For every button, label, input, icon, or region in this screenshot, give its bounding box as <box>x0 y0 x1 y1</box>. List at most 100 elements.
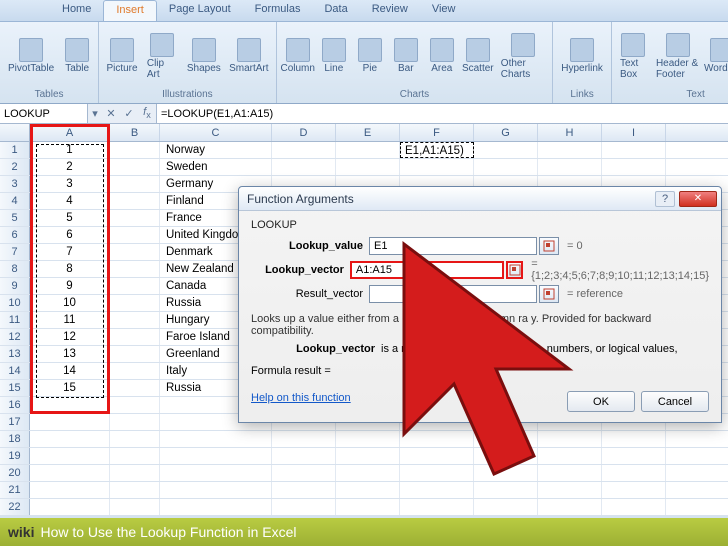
table-button[interactable]: Table <box>60 36 94 76</box>
cell-B5[interactable] <box>110 210 160 226</box>
cell-A7[interactable]: 7 <box>30 244 110 260</box>
col-header-c[interactable]: C <box>160 124 272 141</box>
cell-A3[interactable]: 3 <box>30 176 110 192</box>
select-all-corner[interactable] <box>0 124 30 141</box>
ribbon-tab-page-layout[interactable]: Page Layout <box>157 0 243 21</box>
arg-input-result-vector[interactable] <box>369 285 537 303</box>
cancel-button[interactable]: Cancel <box>641 391 709 412</box>
cell-B14[interactable] <box>110 363 160 379</box>
row-header[interactable]: 20 <box>0 465 30 481</box>
cell-C20[interactable] <box>160 465 272 481</box>
dialog-close-button[interactable]: ✕ <box>679 191 717 207</box>
cell-H20[interactable] <box>538 465 602 481</box>
cell-E2[interactable] <box>336 159 400 175</box>
cell-D20[interactable] <box>272 465 336 481</box>
cell-C1[interactable]: Norway <box>160 142 272 158</box>
cell-C21[interactable] <box>160 482 272 498</box>
text-box-button[interactable]: Text Box <box>616 31 650 82</box>
cell-B3[interactable] <box>110 176 160 192</box>
cell-H18[interactable] <box>538 431 602 447</box>
row-header[interactable]: 8 <box>0 261 30 277</box>
formula-input[interactable]: =LOOKUP(E1,A1:A15) <box>156 104 728 123</box>
cell-A19[interactable] <box>30 448 110 464</box>
row-header[interactable]: 6 <box>0 227 30 243</box>
dialog-help-icon[interactable]: ? <box>655 191 675 207</box>
ribbon-tab-formulas[interactable]: Formulas <box>243 0 313 21</box>
cell-G2[interactable] <box>474 159 538 175</box>
cell-D2[interactable] <box>272 159 336 175</box>
cell-H22[interactable] <box>538 499 602 515</box>
cell-B20[interactable] <box>110 465 160 481</box>
cell-C19[interactable] <box>160 448 272 464</box>
cell-A14[interactable]: 14 <box>30 363 110 379</box>
bar-button[interactable]: Bar <box>389 36 423 76</box>
cell-A2[interactable]: 2 <box>30 159 110 175</box>
range-selector-icon[interactable] <box>539 237 559 255</box>
row-header[interactable]: 12 <box>0 329 30 345</box>
col-header-b[interactable]: B <box>110 124 160 141</box>
cell-A15[interactable]: 15 <box>30 380 110 396</box>
cell-A5[interactable]: 5 <box>30 210 110 226</box>
cell-F20[interactable] <box>400 465 474 481</box>
row-header[interactable]: 3 <box>0 176 30 192</box>
col-header-g[interactable]: G <box>474 124 538 141</box>
ribbon-tab-home[interactable]: Home <box>50 0 103 21</box>
range-selector-icon[interactable] <box>506 261 523 279</box>
cell-A21[interactable] <box>30 482 110 498</box>
cell-A22[interactable] <box>30 499 110 515</box>
hyperlink-button[interactable]: Hyperlink <box>557 36 607 76</box>
name-box-dropdown[interactable]: ▾ <box>88 107 102 120</box>
arg-input-lookup-vector[interactable] <box>350 261 504 279</box>
cell-I20[interactable] <box>602 465 666 481</box>
cell-E21[interactable] <box>336 482 400 498</box>
row-header[interactable]: 9 <box>0 278 30 294</box>
cell-F2[interactable] <box>400 159 474 175</box>
cell-A9[interactable]: 9 <box>30 278 110 294</box>
cell-H19[interactable] <box>538 448 602 464</box>
row-header[interactable]: 7 <box>0 244 30 260</box>
ribbon-tab-insert[interactable]: Insert <box>103 0 157 21</box>
shapes-button[interactable]: Shapes <box>184 36 224 76</box>
cell-I2[interactable] <box>602 159 666 175</box>
cell-B22[interactable] <box>110 499 160 515</box>
cell-F19[interactable] <box>400 448 474 464</box>
cell-F18[interactable] <box>400 431 474 447</box>
smartart-button[interactable]: SmartArt <box>226 36 272 76</box>
cell-B12[interactable] <box>110 329 160 345</box>
cell-B17[interactable] <box>110 414 160 430</box>
cell-B9[interactable] <box>110 278 160 294</box>
row-header[interactable]: 5 <box>0 210 30 226</box>
cell-G1[interactable] <box>474 142 538 158</box>
cell-G22[interactable] <box>474 499 538 515</box>
cell-F1[interactable]: E1,A1:A15) <box>400 142 474 158</box>
cell-H2[interactable] <box>538 159 602 175</box>
cell-B7[interactable] <box>110 244 160 260</box>
cell-D1[interactable] <box>272 142 336 158</box>
col-header-h[interactable]: H <box>538 124 602 141</box>
cancel-formula-icon[interactable]: ✕ <box>102 107 120 120</box>
cell-A10[interactable]: 10 <box>30 295 110 311</box>
help-link[interactable]: Help on this function <box>251 392 351 404</box>
cell-A17[interactable] <box>30 414 110 430</box>
cell-A13[interactable]: 13 <box>30 346 110 362</box>
ribbon-tab-view[interactable]: View <box>420 0 468 21</box>
area-button[interactable]: Area <box>425 36 459 76</box>
cell-E19[interactable] <box>336 448 400 464</box>
cell-A18[interactable] <box>30 431 110 447</box>
fx-icon[interactable]: fx <box>138 106 156 120</box>
row-header[interactable]: 1 <box>0 142 30 158</box>
name-box[interactable]: LOOKUP <box>0 104 88 123</box>
header-footer-button[interactable]: Header & Footer <box>652 31 703 82</box>
cell-B11[interactable] <box>110 312 160 328</box>
cell-A4[interactable]: 4 <box>30 193 110 209</box>
cell-C2[interactable]: Sweden <box>160 159 272 175</box>
col-header-i[interactable]: I <box>602 124 666 141</box>
row-header[interactable]: 19 <box>0 448 30 464</box>
enter-formula-icon[interactable]: ✓ <box>120 107 138 120</box>
cell-E18[interactable] <box>336 431 400 447</box>
line-button[interactable]: Line <box>317 36 351 76</box>
pie-button[interactable]: Pie <box>353 36 387 76</box>
cell-E22[interactable] <box>336 499 400 515</box>
ribbon-tab-data[interactable]: Data <box>312 0 359 21</box>
row-header[interactable]: 15 <box>0 380 30 396</box>
